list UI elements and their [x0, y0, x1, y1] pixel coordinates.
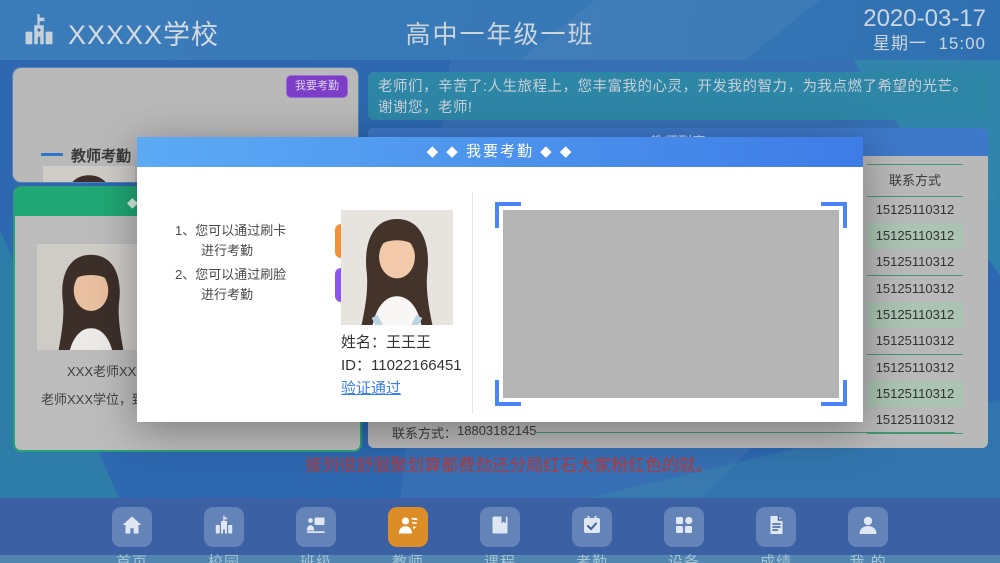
footer-contact-value: 18803182145	[457, 423, 537, 438]
marquee-notice: 接到很舒服聚划算都费劲还分局红石大家粉红色的就。	[305, 451, 713, 476]
instruction-2-line2: 进行考勤	[201, 287, 253, 302]
profile-icon	[856, 513, 880, 542]
contact-cell: 15125110312	[867, 355, 963, 381]
verified-teacher-photo	[341, 210, 453, 325]
teacher-profile-photo	[37, 244, 145, 350]
modal-title: ◆ ◆ 我要考勤 ◆ ◆	[137, 137, 863, 167]
footer-divider	[535, 432, 955, 433]
contact-cell: 15125110312	[867, 276, 963, 302]
time-text: 15:00	[938, 34, 986, 53]
contact-cell: 15125110312	[867, 197, 963, 223]
contact-cell: 15125110312	[867, 223, 963, 249]
score-icon	[764, 513, 788, 542]
nav-item-campus[interactable]: 校园	[204, 507, 244, 563]
instruction-1-line1: 1、您可以通过刷卡	[175, 223, 286, 238]
teacher-photo	[43, 166, 135, 182]
nav-item-profile[interactable]: 我 的	[848, 507, 888, 563]
datetime-block: 2020-03-17 星期一 15:00	[863, 5, 986, 53]
modal-id-field: ID：11022166451	[341, 354, 462, 375]
instruction-2-line1: 2、您可以通过刷脸	[175, 267, 286, 282]
contact-cell: 15125110312	[867, 407, 963, 434]
nav-item-course[interactable]: 课程	[480, 507, 520, 563]
attendance-modal: ◆ ◆ 我要考勤 ◆ ◆ 1、您可以通过刷卡 进行考勤 2、您可以通过刷脸 进行…	[137, 137, 863, 422]
device-icon	[672, 513, 696, 542]
attendance-button[interactable]: 我要考勤	[286, 75, 348, 98]
modal-name-field: 姓名：王王王	[341, 331, 431, 352]
contact-column: 联系方式 15125110312 15125110312 15125110312…	[867, 164, 963, 434]
camera-corner-bracket	[495, 380, 521, 406]
camera-corner-bracket	[821, 380, 847, 406]
verify-passed-link[interactable]: 验证通过	[341, 377, 401, 398]
attendance-panel-title: 教师考勤	[71, 145, 131, 166]
contact-cell: 15125110312	[867, 328, 963, 355]
nav-item-teacher[interactable]: 教师	[388, 507, 428, 563]
title-dash-icon	[41, 153, 63, 156]
footer-contact-label: 联系方式：	[392, 423, 457, 442]
camera-corner-bracket	[495, 202, 521, 228]
header-bar: XXXXX学校 高中一年级一班 2020-03-17 星期一 15:00	[0, 0, 1000, 60]
nav-item-home[interactable]: 首页	[112, 507, 152, 563]
app-screen: XXXXX学校 高中一年级一班 2020-03-17 星期一 15:00 教师考…	[0, 0, 1000, 563]
camera-corner-bracket	[821, 202, 847, 228]
class-icon	[304, 513, 328, 542]
bottom-nav-bar: 首页 校园 班级	[0, 498, 1000, 563]
nav-item-scores[interactable]: 成绩	[756, 507, 796, 563]
course-icon	[488, 513, 512, 542]
nav-item-attendance[interactable]: 考勤	[572, 507, 612, 563]
teacher-message-banner: 老师们，辛苦了:人生旅程上，您丰富我的心灵，开发我的智力，为我点燃了希望的光芒。…	[368, 72, 988, 120]
nav-item-class[interactable]: 班级	[296, 507, 336, 563]
instruction-face-scan: 2、您可以通过刷脸 进行考勤	[175, 265, 369, 305]
date-text: 2020-03-17	[863, 5, 986, 33]
instruction-card-swipe: 1、您可以通过刷卡 进行考勤	[175, 221, 369, 261]
home-icon	[120, 513, 144, 542]
banner-text: 老师们，辛苦了:人生旅程上，您丰富我的心灵，开发我的智力，为我点燃了希望的光芒。…	[368, 75, 988, 117]
page-title: 高中一年级一班	[0, 15, 1000, 51]
teacher-icon	[396, 513, 420, 542]
modal-divider	[472, 192, 473, 414]
attendance-icon	[580, 513, 604, 542]
instruction-1-line2: 进行考勤	[201, 243, 253, 258]
nav-item-devices[interactable]: 设备	[664, 507, 704, 563]
contact-column-header: 联系方式	[867, 164, 963, 197]
contact-cell: 15125110312	[867, 302, 963, 328]
camera-feed-placeholder	[503, 210, 839, 398]
weekday-text: 星期一	[873, 34, 927, 53]
camera-preview	[495, 202, 847, 406]
school-icon	[212, 513, 236, 542]
contact-cell: 15125110312	[867, 249, 963, 276]
contact-cell: 15125110312	[867, 381, 963, 407]
